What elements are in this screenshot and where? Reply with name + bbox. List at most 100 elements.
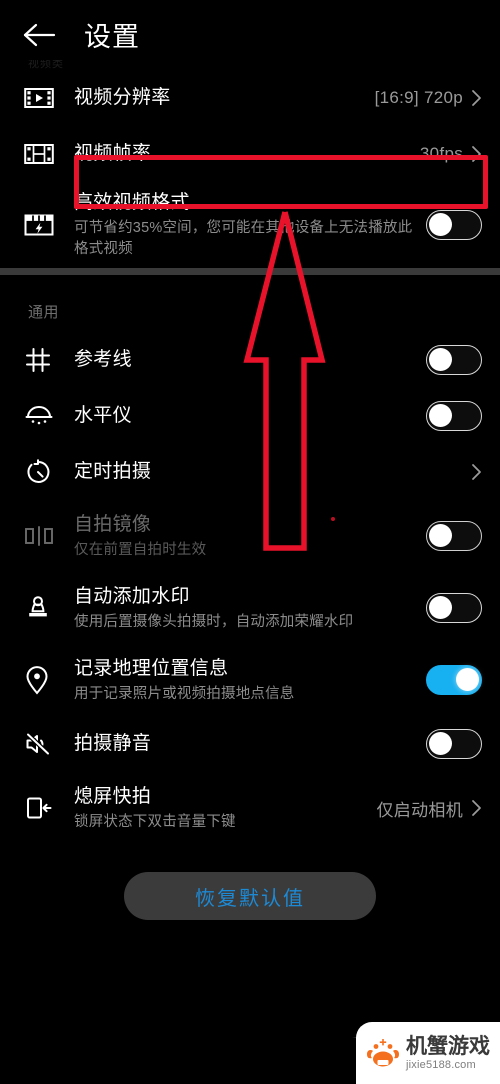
row-subtitle: 用于记录照片或视频拍摄地点信息 [74, 685, 295, 702]
reset-defaults-button[interactable]: 恢复默认值 [124, 872, 376, 920]
app-header: 设置 视频类 [0, 0, 500, 70]
row-subtitle: 锁屏状态下双击音量下键 [74, 813, 236, 830]
row-right [426, 665, 482, 695]
row-text: 定时拍摄 [74, 459, 463, 485]
watermark-stamp-icon [24, 594, 74, 622]
row-auto-watermark[interactable]: 自动添加水印 使用后置摄像头拍摄时，自动添加荣耀水印 [0, 572, 500, 644]
film-strip-icon [24, 142, 74, 166]
mirror-selfie-icon [24, 524, 74, 548]
row-screen-off-capture[interactable]: 熄屏快拍 锁屏状态下双击音量下键 仅启动相机 [0, 772, 500, 844]
location-pin-icon [24, 665, 74, 695]
chevron-right-icon [471, 145, 482, 163]
efficient-video-icon [24, 212, 74, 238]
row-title: 自动添加水印 [74, 585, 190, 607]
page-title: 设置 [84, 22, 140, 52]
toggle-efficient-video-format[interactable] [426, 210, 482, 240]
chevron-right-icon [471, 89, 482, 107]
row-right [463, 463, 482, 481]
watermark-text: 机蟹游戏 jixie5188.com [406, 1036, 490, 1071]
row-level-meter[interactable]: 水平仪 [0, 388, 500, 444]
toggle-level-meter[interactable] [426, 401, 482, 431]
settings-screen: 设置 视频类 视频分辨率 [16:9] 720p 视频帧率 30fps 高效视频… [0, 0, 500, 1084]
row-right: 仅启动相机 [377, 796, 483, 821]
mute-speaker-icon [24, 730, 74, 758]
toggle-knob [429, 348, 452, 371]
toggle-silent-capture[interactable] [426, 729, 482, 759]
toggle-mirror-selfie[interactable] [426, 521, 482, 551]
row-value-text: 30fps [419, 144, 463, 163]
grid-lines-icon [24, 346, 74, 374]
row-title: 拍摄静音 [74, 733, 152, 754]
row-value [463, 463, 482, 481]
row-title: 水平仪 [74, 405, 132, 426]
watermark-site-url: jixie5188.com [406, 1058, 476, 1071]
crab-logo-icon [367, 1039, 399, 1067]
row-title: 参考线 [74, 349, 132, 370]
row-subtitle: 使用后置摄像头拍摄时，自动添加荣耀水印 [74, 613, 354, 630]
row-mirror-selfie[interactable]: 自拍镜像 仅在前置自拍时生效 [0, 500, 500, 572]
row-value: 仅启动相机 [377, 796, 483, 821]
row-right: 30fps [420, 144, 482, 164]
row-timer-capture[interactable]: 定时拍摄 [0, 444, 500, 500]
toggle-grid-lines[interactable] [426, 345, 482, 375]
row-grid-lines[interactable]: 参考线 [0, 332, 500, 388]
toggle-auto-watermark[interactable] [426, 593, 482, 623]
chevron-right-icon [471, 463, 482, 481]
video-settings-section: 视频分辨率 [16:9] 720p 视频帧率 30fps 高效视频格式 可节省约… [0, 70, 500, 268]
toggle-knob [429, 404, 452, 427]
watermark-ears [418, 1022, 438, 1028]
row-title: 自拍镜像 [74, 513, 152, 535]
row-video-framerate[interactable]: 视频帧率 30fps [0, 126, 500, 182]
general-settings-section: 通用 参考线 水平仪 定时拍摄 自拍镜像 仅在前置自拍时生效 自动添加水印 使用… [0, 275, 500, 844]
row-text: 自拍镜像 仅在前置自拍时生效 [74, 512, 426, 561]
row-title: 定时拍摄 [74, 461, 152, 482]
row-right [426, 729, 482, 759]
row-right [426, 210, 482, 240]
row-text: 拍摄静音 [74, 731, 426, 757]
chevron-right-icon [471, 799, 482, 817]
red-dot-marker [331, 517, 335, 521]
row-subtitle: 可节省约35%空间，您可能在其他设备上无法播放此格式视频 [74, 220, 413, 257]
row-video-resolution[interactable]: 视频分辨率 [16:9] 720p [0, 70, 500, 126]
row-text: 高效视频格式 可节省约35%空间，您可能在其他设备上无法播放此格式视频 [74, 190, 426, 260]
row-right: [16:9] 720p [375, 88, 482, 108]
row-value: 30fps [420, 144, 482, 164]
row-silent-capture[interactable]: 拍摄静音 [0, 716, 500, 772]
toggle-knob [429, 596, 452, 619]
section-header-general: 通用 [28, 304, 60, 321]
row-value: [16:9] 720p [375, 88, 482, 108]
row-right [426, 401, 482, 431]
row-text: 视频帧率 [74, 141, 420, 167]
row-text: 自动添加水印 使用后置摄像头拍摄时，自动添加荣耀水印 [74, 584, 426, 633]
row-subtitle: 仅在前置自拍时生效 [74, 541, 207, 558]
row-text: 参考线 [74, 347, 426, 373]
toggle-knob [429, 213, 452, 236]
row-right [426, 593, 482, 623]
row-title: 熄屏快拍 [74, 785, 152, 807]
video-resolution-icon [24, 86, 74, 110]
timer-icon [24, 458, 74, 486]
toggle-record-location[interactable] [426, 665, 482, 695]
row-title: 视频帧率 [74, 143, 152, 164]
back-button[interactable] [20, 18, 60, 52]
row-record-location[interactable]: 记录地理位置信息 用于记录照片或视频拍摄地点信息 [0, 644, 500, 716]
row-value-text: [16:9] 720p [374, 88, 463, 107]
footer: 恢复默认值 [0, 844, 500, 920]
row-efficient-video-format[interactable]: 高效视频格式 可节省约35%空间，您可能在其他设备上无法播放此格式视频 [0, 182, 500, 268]
row-text: 水平仪 [74, 403, 426, 429]
screen-off-capture-icon [24, 793, 74, 823]
row-right [426, 521, 482, 551]
watermark-site-name: 机蟹游戏 [406, 1034, 490, 1058]
row-text: 熄屏快拍 锁屏状态下双击音量下键 [74, 784, 377, 833]
row-title: 高效视频格式 [74, 192, 190, 213]
toggle-knob [429, 524, 452, 547]
level-meter-icon [24, 404, 74, 428]
row-right [426, 345, 482, 375]
toggle-knob [456, 668, 479, 691]
toggle-knob [429, 732, 452, 755]
row-title: 视频分辨率 [74, 87, 171, 108]
site-watermark: 机蟹游戏 jixie5188.com [356, 1022, 500, 1084]
row-text: 视频分辨率 [74, 85, 375, 111]
row-text: 记录地理位置信息 用于记录照片或视频拍摄地点信息 [74, 656, 426, 705]
section-divider [0, 268, 500, 275]
